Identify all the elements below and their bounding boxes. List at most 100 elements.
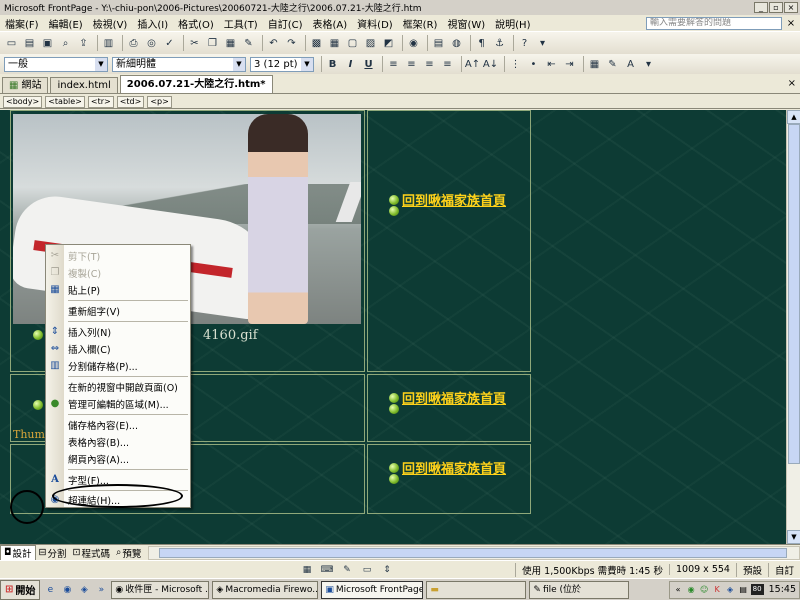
menu-item-page-properties[interactable]: 網頁內容(A)... xyxy=(46,450,192,467)
web-component-icon[interactable]: ▩ xyxy=(309,36,324,51)
insert-picture-icon[interactable]: ▨ xyxy=(363,36,378,51)
align-right-icon[interactable]: ≡ xyxy=(422,57,437,72)
tag-tr[interactable]: <tr> xyxy=(87,95,114,108)
scroll-thumb[interactable] xyxy=(788,124,800,464)
menu-item-table-properties[interactable]: 表格內容(B)... xyxy=(46,433,192,450)
menu-table[interactable]: 表格(A) xyxy=(308,16,353,31)
highlight-icon[interactable]: ✎ xyxy=(605,57,620,72)
print-icon[interactable]: ⎙ xyxy=(126,36,141,51)
tag-table[interactable]: <table> xyxy=(45,95,85,108)
insert-layer-icon[interactable]: ▢ xyxy=(345,36,360,51)
menu-help[interactable]: 說明(H) xyxy=(490,16,535,31)
tag-body[interactable]: <body> xyxy=(3,95,43,108)
menu-edit[interactable]: 編輯(E) xyxy=(44,16,88,31)
outlook-icon[interactable]: ◉ xyxy=(60,583,74,597)
start-button[interactable]: ⊞ 開始 xyxy=(0,579,41,600)
menu-item-cut[interactable]: ✂ 剪下(T) xyxy=(46,247,192,264)
tab-current-page[interactable]: 2006.07.21-大陸之行.htm* xyxy=(119,75,273,93)
menu-item-insert-row[interactable]: ⇕ 插入列(N) xyxy=(46,323,192,340)
decrease-indent-icon[interactable]: ⇤ xyxy=(544,57,559,72)
close-tab-button[interactable]: × xyxy=(788,78,796,89)
folder-list-icon[interactable]: ▤ xyxy=(431,36,446,51)
network-icon[interactable]: ◉ xyxy=(686,584,697,595)
help-question-box[interactable]: 輸入需要解答的問題 xyxy=(646,16,782,30)
tray-app-icon[interactable]: ▤ xyxy=(738,584,749,595)
menu-item-reconvert[interactable]: 重新組字(V) xyxy=(46,302,192,319)
font-dropdown[interactable]: 新細明體 ▼ xyxy=(112,56,246,72)
menu-item-insert-column[interactable]: ⇔ 插入欄(C) xyxy=(46,340,192,357)
tag-td[interactable]: <td> xyxy=(116,95,145,108)
tab-design[interactable]: ◘ 設計 xyxy=(0,544,36,561)
menu-item-open-in-new-window[interactable]: 在新的視窗中開啟頁面(O) xyxy=(46,378,192,395)
compatibility-icon[interactable]: ✎ xyxy=(340,564,354,576)
antivirus-icon[interactable]: K xyxy=(712,584,723,595)
menu-custom[interactable]: 自訂(C) xyxy=(263,16,308,31)
mode-status[interactable]: 預設 xyxy=(735,562,768,577)
menu-item-split-cells[interactable]: ▥ 分割儲存格(P)... xyxy=(46,357,192,374)
tag-p[interactable]: <p> xyxy=(147,95,172,108)
align-center-icon[interactable]: ≡ xyxy=(404,57,419,72)
navigation-icon[interactable]: ◍ xyxy=(449,36,464,51)
quick-launch-icon[interactable]: ◈ xyxy=(77,583,91,597)
visual-aids-icon[interactable]: ▦ xyxy=(300,564,314,576)
menu-frames[interactable]: 框架(R) xyxy=(398,16,443,31)
tray-app-icon[interactable]: ◈ xyxy=(725,584,736,595)
underline-button[interactable]: U xyxy=(361,57,376,72)
tab-index[interactable]: index.html xyxy=(50,77,118,93)
toggle-pane-icon[interactable]: ▥ xyxy=(101,36,116,51)
task-outlook[interactable]: ◉ 收件匣 - Microsoft ... xyxy=(111,580,210,599)
messenger-icon[interactable]: ☺ xyxy=(699,584,710,595)
justify-icon[interactable]: ≡ xyxy=(440,57,455,72)
task-explorer[interactable]: ▬ xyxy=(426,580,527,599)
insert-hyperlink-icon[interactable]: ◉ xyxy=(406,36,421,51)
horizontal-scroll-thumb[interactable] xyxy=(159,547,788,558)
minimize-button[interactable]: _ xyxy=(754,2,768,13)
insert-table-icon[interactable]: ▦ xyxy=(327,36,342,51)
tray-badge[interactable]: 80 xyxy=(750,584,764,595)
redo-icon[interactable]: ↷ xyxy=(284,36,299,51)
menu-format[interactable]: 格式(O) xyxy=(173,16,219,31)
save-icon[interactable]: ▣ xyxy=(40,36,55,51)
bullets-icon[interactable]: • xyxy=(526,57,541,72)
cut-icon[interactable]: ✂ xyxy=(187,36,202,51)
task-frontpage[interactable]: ▣ Microsoft FrontPage... xyxy=(321,580,424,599)
menu-item-cell-properties[interactable]: 儲存格內容(E)... xyxy=(46,416,192,433)
ie-icon[interactable]: e xyxy=(43,583,57,597)
preview-in-browser-icon[interactable]: ◎ xyxy=(144,36,159,51)
toolbar-options-icon[interactable]: ▾ xyxy=(641,57,656,72)
tab-preview[interactable]: ⌕ 預覽 xyxy=(113,546,144,560)
undo-icon[interactable]: ↶ xyxy=(266,36,281,51)
vertical-scrollbar[interactable]: ▲ ▼ xyxy=(786,110,800,544)
font-color-icon[interactable]: A xyxy=(623,57,638,72)
page-size[interactable]: 1009 x 554 xyxy=(668,564,736,575)
chevron-left-icon[interactable]: « xyxy=(673,584,684,595)
keyboard-icon[interactable]: ⌨ xyxy=(320,564,334,576)
show-all-icon[interactable]: ¶ xyxy=(474,36,489,51)
increase-indent-icon[interactable]: ⇥ xyxy=(562,57,577,72)
help-icon[interactable]: ? xyxy=(517,36,532,51)
bold-button[interactable]: B xyxy=(325,57,340,72)
menu-item-paste[interactable]: ▦ 貼上(P) xyxy=(46,281,192,298)
borders-icon[interactable]: ▦ xyxy=(587,57,602,72)
close-window-button[interactable]: × xyxy=(784,2,798,13)
paste-icon[interactable]: ▦ xyxy=(223,36,238,51)
custom-status[interactable]: 自訂 xyxy=(767,562,800,577)
menu-item-manage-editable-regions[interactable]: ● 管理可編輯的區域(M)... xyxy=(46,395,192,412)
menu-tools[interactable]: 工具(T) xyxy=(219,16,263,31)
increase-font-size-icon[interactable]: A↑ xyxy=(465,57,480,72)
drawing-icon[interactable]: ◩ xyxy=(381,36,396,51)
scroll-down-icon[interactable]: ▼ xyxy=(787,530,800,544)
menu-window[interactable]: 視窗(W) xyxy=(442,16,490,31)
home-link[interactable]: 回到啾福家族首頁 xyxy=(402,190,506,209)
style-dropdown[interactable]: 一般 ▼ xyxy=(4,56,108,72)
tab-code[interactable]: ⊡ 程式碼 xyxy=(70,546,113,560)
horizontal-scrollbar[interactable] xyxy=(148,545,800,560)
menu-insert[interactable]: 插入(I) xyxy=(132,16,173,31)
numbering-icon[interactable]: ⋮ xyxy=(508,57,523,72)
search-icon[interactable]: ⌕ xyxy=(58,36,73,51)
anchor-icon[interactable]: ⚓ xyxy=(492,36,507,51)
menu-data[interactable]: 資料(D) xyxy=(352,16,398,31)
browser-icon[interactable]: ▭ xyxy=(360,564,374,576)
task-file[interactable]: ✎ file (位於 xyxy=(529,580,630,599)
menu-view[interactable]: 檢視(V) xyxy=(88,16,133,31)
